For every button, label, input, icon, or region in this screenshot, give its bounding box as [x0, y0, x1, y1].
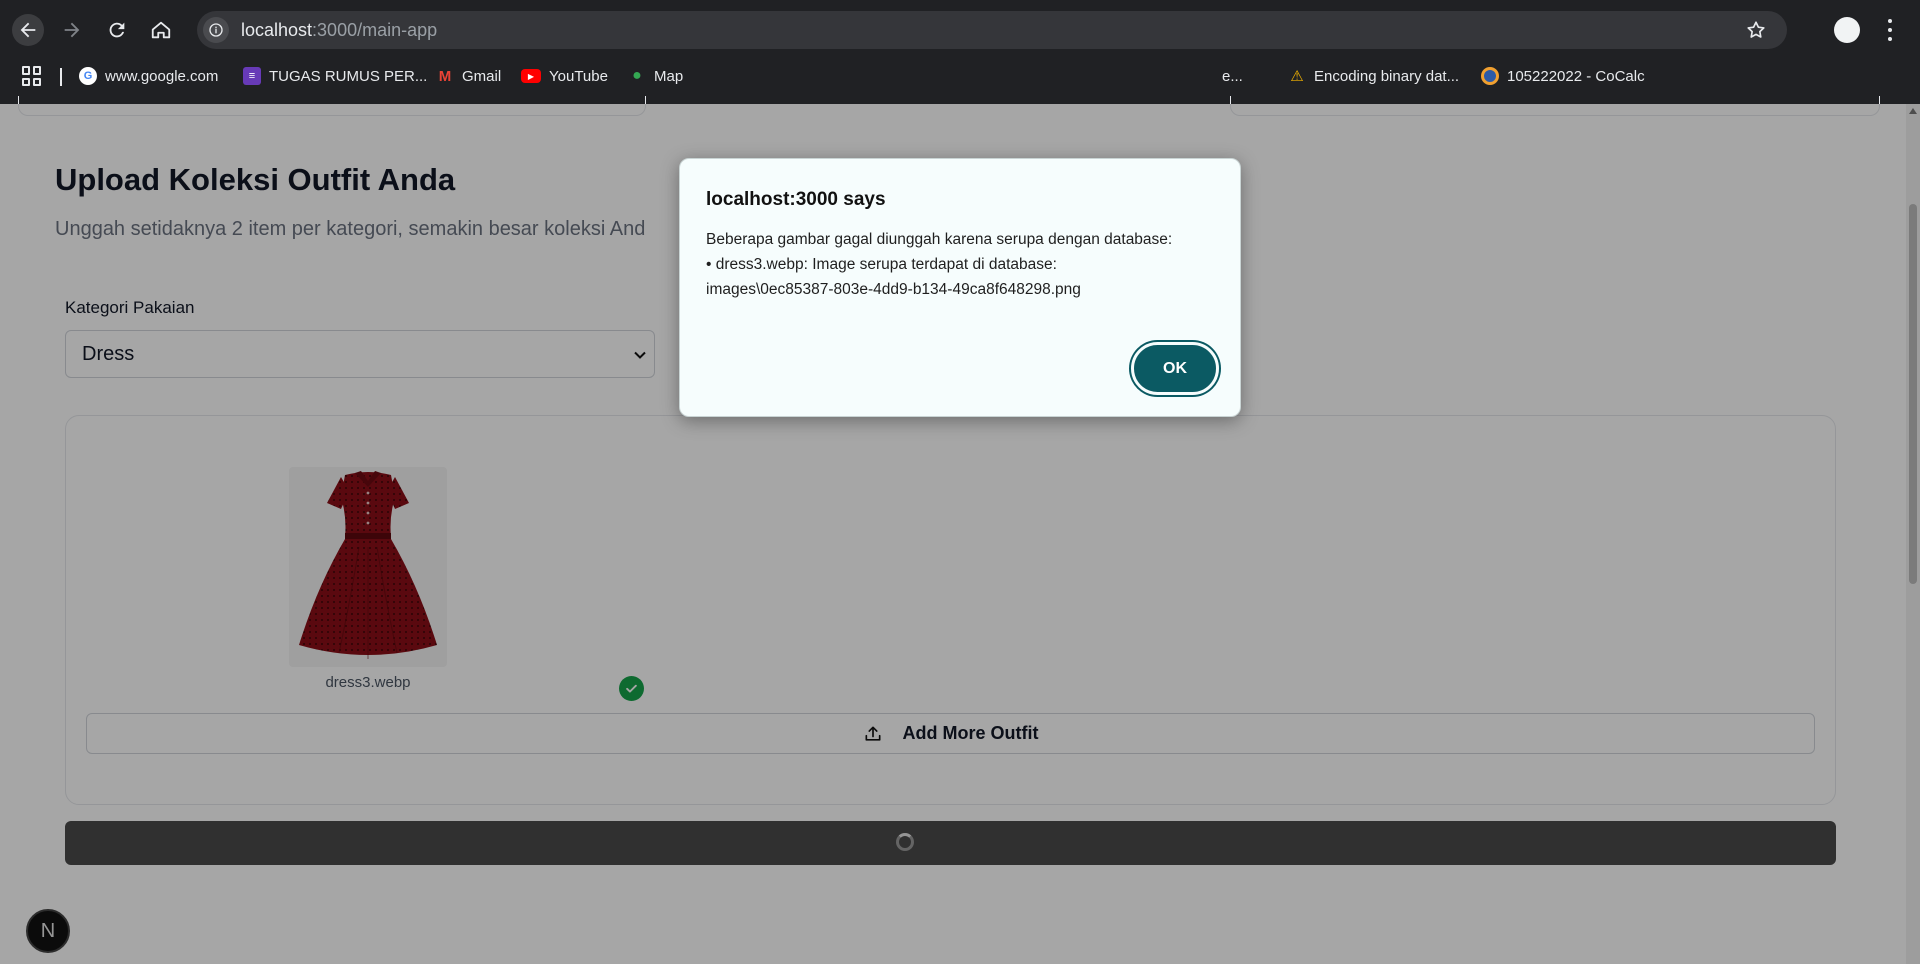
- dialog-title: localhost:3000 says: [706, 189, 886, 210]
- reload-button[interactable]: [101, 14, 133, 46]
- alert-dialog: localhost:3000 says Beberapa gambar gaga…: [679, 158, 1241, 417]
- bookmark-label: www.google.com: [105, 67, 219, 85]
- bookmark-label: Gmail: [462, 67, 502, 85]
- bookmark-cocalc[interactable]: 105222022 - CoCalc: [1481, 63, 1645, 89]
- back-button[interactable]: [12, 14, 44, 46]
- bookmark-gmail[interactable]: M Gmail: [436, 63, 501, 89]
- forward-button[interactable]: [56, 14, 88, 46]
- browser-toolbar: localhost:3000/main-app: [0, 0, 1920, 60]
- dialog-message-line: Beberapa gambar gagal diunggah karena se…: [706, 231, 1173, 248]
- site-info-button[interactable]: [197, 11, 235, 49]
- road-sign-icon: ⚠: [1290, 68, 1304, 85]
- bookmark-truncated[interactable]: e...: [1222, 63, 1243, 89]
- info-icon: [209, 23, 223, 37]
- dialog-message-line: • dress3.webp: Image serupa terdapat di …: [706, 256, 1057, 273]
- reload-icon: [109, 22, 125, 38]
- browser-menu-button[interactable]: [1882, 16, 1898, 44]
- cocalc-icon: [1481, 67, 1499, 85]
- ok-button[interactable]: OK: [1131, 342, 1219, 395]
- address-bar[interactable]: localhost:3000/main-app: [197, 11, 1787, 49]
- home-icon: [151, 21, 171, 39]
- bookmark-google[interactable]: G www.google.com: [79, 63, 218, 89]
- bookmark-label: Map: [654, 67, 684, 85]
- maps-pin-icon: ●: [632, 67, 642, 84]
- bookmark-maps[interactable]: ● Map: [628, 63, 683, 89]
- arrow-left-icon: [20, 22, 36, 38]
- dialog-message: Beberapa gambar gagal diunggah karena se…: [706, 227, 1216, 302]
- url-host: localhost: [241, 19, 313, 40]
- bookmark-label: 105222022 - CoCalc: [1507, 67, 1645, 85]
- bookmark-label: TUGAS RUMUS PER...: [269, 67, 428, 85]
- bookmark-separator: [60, 68, 62, 86]
- bookmark-encoding[interactable]: ⚠ Encoding binary dat...: [1288, 63, 1459, 89]
- bookmark-label: YouTube: [549, 67, 608, 85]
- url-path: :3000/main-app: [312, 19, 438, 40]
- bookmark-label: Encoding binary dat...: [1314, 67, 1460, 85]
- bookmark-youtube[interactable]: ▶ YouTube: [521, 63, 608, 89]
- bookmark-tugas[interactable]: ≡ TUGAS RUMUS PER...: [243, 63, 427, 89]
- bookmark-label: e...: [1222, 67, 1243, 85]
- bookmark-star-icon[interactable]: [1745, 19, 1767, 41]
- dialog-message-line: images\0ec85387-803e-4dd9-b134-49ca8f648…: [706, 281, 1081, 298]
- url-text: localhost:3000/main-app: [241, 20, 437, 41]
- google-icon: G: [79, 67, 97, 85]
- profile-avatar[interactable]: [1834, 17, 1860, 43]
- forms-icon: ≡: [243, 67, 261, 85]
- apps-grid-icon[interactable]: [22, 66, 42, 86]
- youtube-icon: ▶: [521, 69, 541, 83]
- home-button[interactable]: [145, 14, 177, 46]
- modal-overlay: localhost:3000 says Beberapa gambar gaga…: [0, 104, 1920, 964]
- arrow-right-icon: [64, 22, 80, 38]
- gmail-icon: M: [438, 67, 452, 85]
